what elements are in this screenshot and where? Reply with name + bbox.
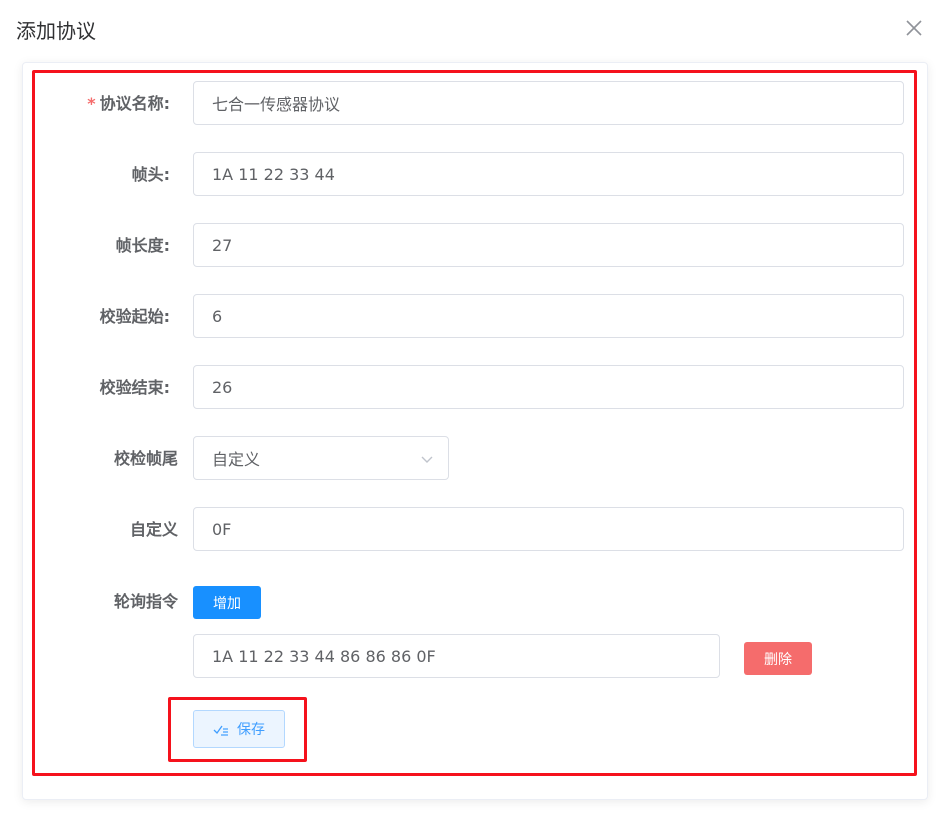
poll-command-input[interactable] bbox=[193, 634, 720, 678]
poll-commands-label: 轮询指令 bbox=[28, 592, 178, 612]
add-protocol-dialog: 添加协议 *协议名称: 帧头: 帧长度: 校验起始: 校验结束: 校检帧尾 自定… bbox=[0, 0, 950, 815]
save-button[interactable]: 保存 bbox=[193, 710, 285, 748]
frame-head-input[interactable] bbox=[193, 152, 904, 196]
check-start-label: 校验起始: bbox=[20, 307, 170, 327]
check-start-input[interactable] bbox=[193, 294, 904, 338]
required-mark: * bbox=[87, 94, 95, 113]
save-button-label: 保存 bbox=[237, 719, 265, 739]
protocol-name-input[interactable] bbox=[193, 81, 904, 125]
check-list-icon bbox=[213, 722, 229, 736]
protocol-name-label: *协议名称: bbox=[20, 94, 170, 114]
frame-length-label: 帧长度: bbox=[20, 236, 170, 256]
check-tail-select[interactable]: 自定义 bbox=[193, 436, 449, 480]
close-icon[interactable] bbox=[903, 17, 925, 39]
check-end-label: 校验结束: bbox=[20, 378, 170, 398]
custom-input[interactable] bbox=[193, 507, 904, 551]
check-tail-selected-value: 自定义 bbox=[212, 446, 260, 470]
check-end-input[interactable] bbox=[193, 365, 904, 409]
chevron-down-icon bbox=[420, 452, 434, 466]
check-tail-label: 校检帧尾 bbox=[28, 449, 178, 469]
delete-command-button[interactable]: 删除 bbox=[744, 642, 812, 675]
dialog-title: 添加协议 bbox=[16, 15, 96, 44]
add-command-button[interactable]: 增加 bbox=[193, 586, 261, 619]
frame-head-label: 帧头: bbox=[20, 165, 170, 185]
custom-label: 自定义 bbox=[28, 520, 178, 540]
frame-length-input[interactable] bbox=[193, 223, 904, 267]
